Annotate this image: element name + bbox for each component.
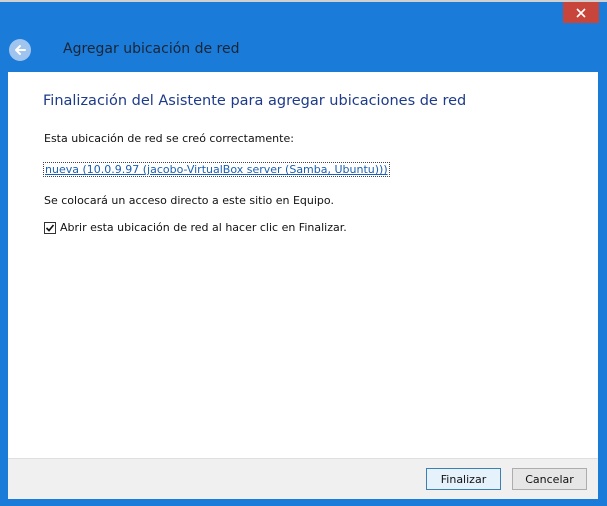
back-button[interactable] (9, 39, 31, 61)
back-arrow-icon (15, 45, 26, 55)
checkmark-icon (45, 223, 55, 232)
network-location-link[interactable]: nueva (10.0.9.97 (jacobo-VirtualBox serv… (43, 162, 390, 177)
created-message: Esta ubicación de red se creó correctame… (44, 132, 294, 145)
wizard-title: Finalización del Asistente para agregar … (43, 93, 467, 109)
finish-button[interactable]: Finalizar (426, 468, 501, 490)
wizard-window: Agregar ubicación de red Finalización de… (0, 0, 607, 506)
window-header-title: Agregar ubicación de red (63, 41, 240, 57)
open-location-checkbox-label: Abrir esta ubicación de red al hacer cli… (60, 221, 347, 234)
window-top-border (0, 0, 607, 2)
close-button[interactable] (563, 2, 599, 23)
cancel-button[interactable]: Cancelar (512, 468, 587, 490)
open-location-checkbox[interactable] (44, 221, 56, 234)
open-location-checkbox-row[interactable]: Abrir esta ubicación de red al hacer cli… (44, 221, 347, 234)
wizard-content: Finalización del Asistente para agregar … (8, 72, 598, 458)
close-icon (576, 7, 586, 18)
shortcut-message: Se colocará un acceso directo a este sit… (44, 194, 334, 207)
wizard-footer: Finalizar Cancelar (8, 458, 598, 499)
